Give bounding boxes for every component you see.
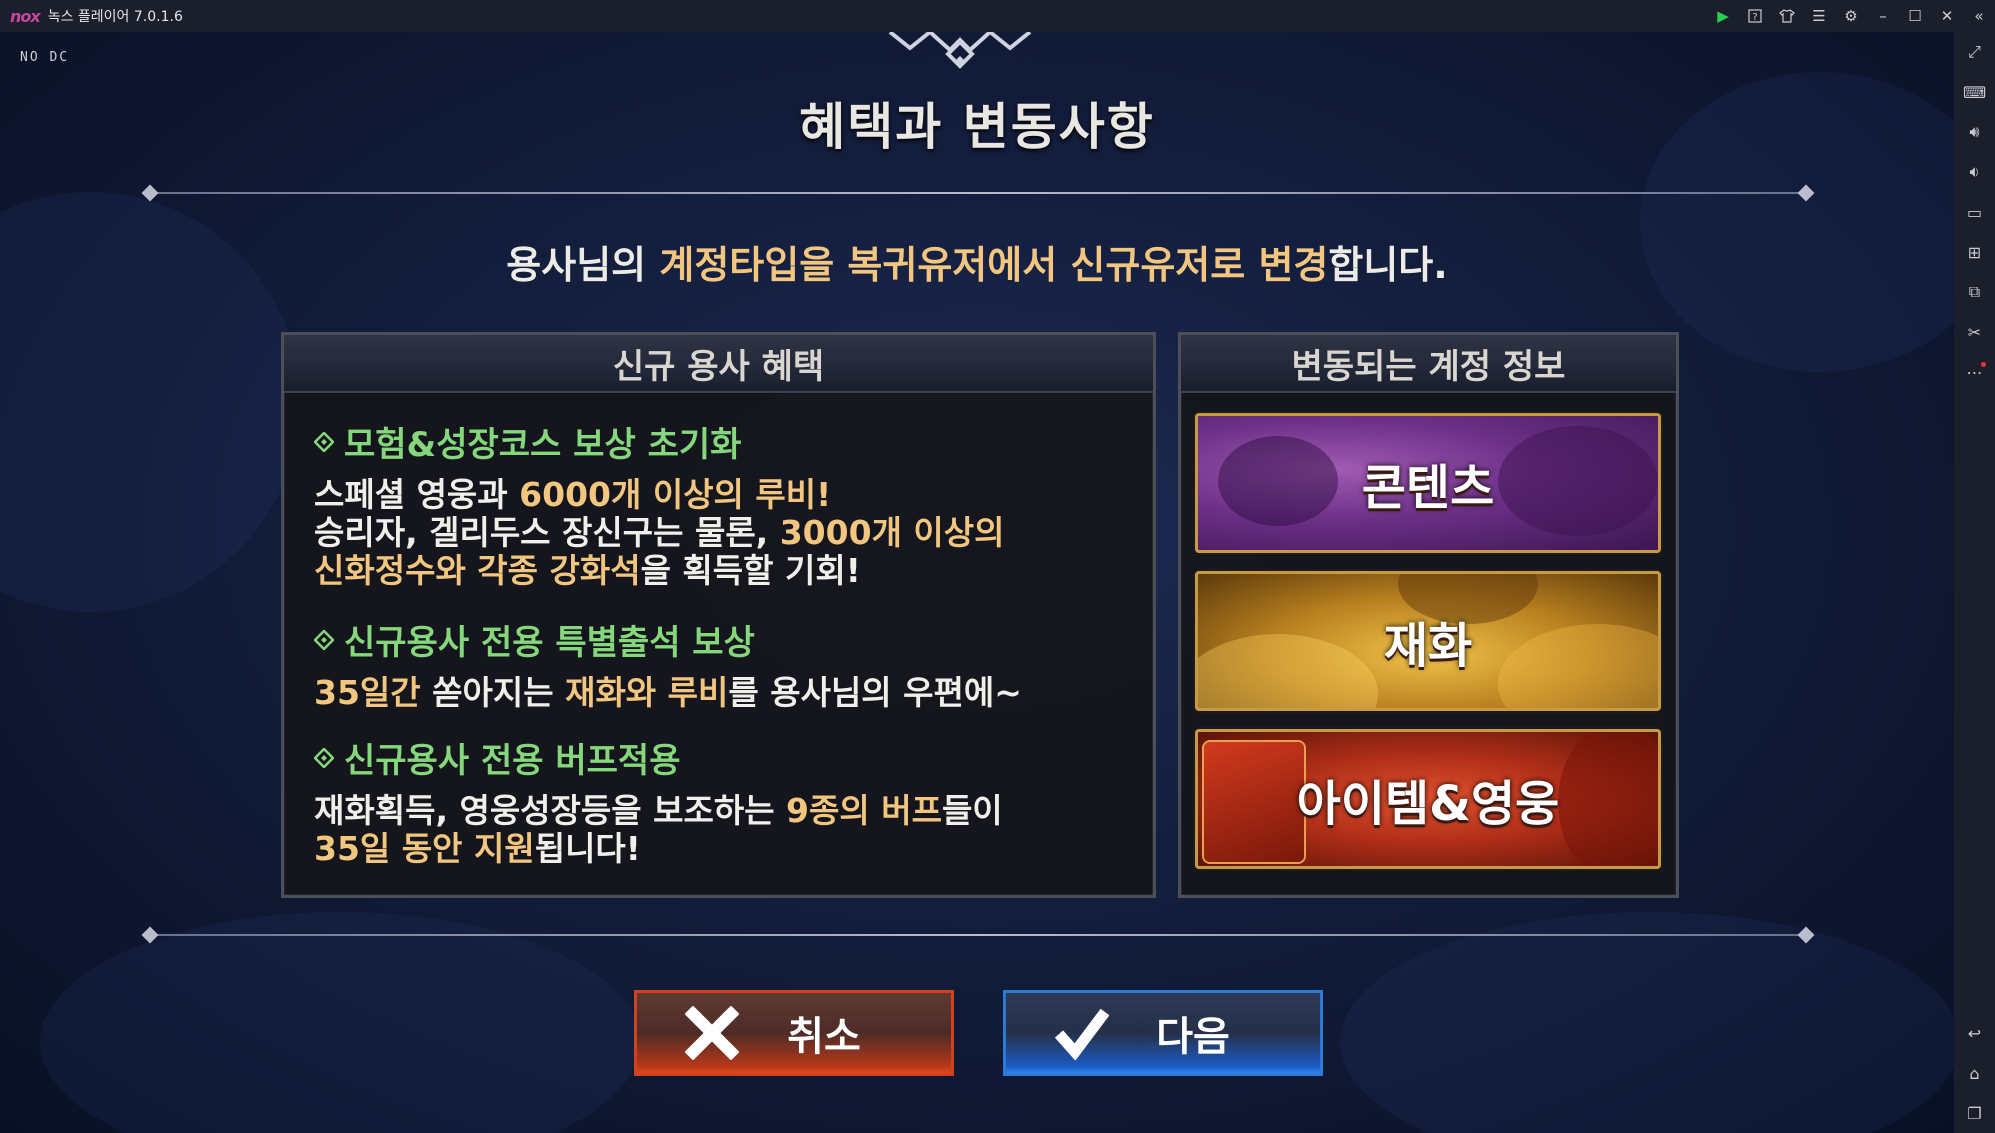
diamond-bullet-icon (314, 431, 334, 452)
skin-icon[interactable] (1771, 0, 1803, 32)
next-button-label: 다음 (1156, 1014, 1230, 1060)
contents-card[interactable]: 콘텐츠 (1195, 413, 1661, 553)
top-divider (141, 184, 1815, 202)
benefit-text: 스페셜 영웅과 6000개 이상의 루비! 승리자, 겔리두스 장신구는 물론,… (314, 475, 1005, 590)
diamond-bullet-icon (314, 747, 334, 768)
emulator-sidebar: ⤢ ⌨ 🔊︎ 🔉︎ ▭ ⊞ ⧉ ✂ ⋯ ↩ ⌂ ❐ (1954, 32, 1995, 1133)
window-controls: ▶ ? ☰ ⚙ – ☐ ✕ « (1707, 0, 1995, 32)
more-icon[interactable]: ⋯ (1954, 352, 1995, 392)
x-icon (667, 1006, 757, 1060)
maximize-icon[interactable]: ☐ (1899, 0, 1931, 32)
minimize-icon[interactable]: – (1867, 0, 1899, 32)
help-icon[interactable]: ? (1739, 0, 1771, 32)
benefit-section-1: 모험&성장코스 보상 초기화 스페셜 영웅과 6000개 이상의 루비! 승리자… (314, 417, 1134, 590)
home-icon[interactable]: ⌂ (1954, 1053, 1995, 1093)
benefit-section-2: 신규용사 전용 특별출석 보상 35일간 쏟아지는 재화와 루비를 용사님의 우… (314, 615, 1134, 712)
benefit-heading: 신규용사 전용 버프적용 (344, 741, 681, 781)
recent-apps-icon[interactable]: ❐ (1954, 1093, 1995, 1133)
items-heroes-card[interactable]: 아이템&영웅 (1195, 729, 1661, 869)
volume-up-icon[interactable]: 🔊︎ (1954, 112, 1995, 152)
window-title: 녹스 플레이어 7.0.1.6 (47, 9, 183, 25)
multi-instance-icon[interactable]: ⧉ (1954, 272, 1995, 312)
menu-icon[interactable]: ☰ (1803, 0, 1835, 32)
settings-icon[interactable]: ⚙ (1835, 0, 1867, 32)
account-change-info-panel: 변동되는 계정 정보 콘텐츠 재화 아이템&영웅 (1178, 332, 1679, 898)
items-heroes-card-label: 아이템&영웅 (1296, 776, 1560, 832)
bottom-divider (141, 926, 1815, 944)
screenshot-scissors-icon[interactable]: ✂ (1954, 312, 1995, 352)
collapse-sidebar-icon[interactable]: « (1963, 0, 1995, 32)
back-icon[interactable]: ↩ (1954, 1013, 1995, 1053)
checkmark-icon (1036, 1006, 1126, 1060)
close-icon[interactable]: ✕ (1931, 0, 1963, 32)
info-panel-header: 변동되는 계정 정보 (1181, 335, 1676, 393)
dialog-title: 혜택과 변동사항 (799, 98, 1155, 156)
currency-card-label: 재화 (1383, 618, 1473, 674)
overlay-tag: NO DC (20, 50, 70, 65)
emulator-titlebar: nox 녹스 플레이어 7.0.1.6 ▶ ? ☰ ⚙ – ☐ ✕ « (0, 0, 1995, 32)
apk-install-icon[interactable]: ⊞ (1954, 232, 1995, 272)
android-nav: ↩ ⌂ ❐ (1954, 1013, 1995, 1133)
volume-down-icon[interactable]: 🔉︎ (1954, 152, 1995, 192)
dialog-subtitle: 용사님의 계정타입을 복귀유저에서 신규유저로 변경합니다. (506, 243, 1448, 287)
diamond-bullet-icon (314, 629, 334, 650)
contents-card-label: 콘텐츠 (1361, 460, 1495, 516)
benefit-text: 35일간 쏟아지는 재화와 루비를 용사님의 우편에~ (314, 673, 1022, 712)
fullscreen-icon[interactable]: ⤢ (1954, 32, 1995, 72)
cancel-button-label: 취소 (787, 1014, 861, 1060)
benefit-section-3: 신규용사 전용 버프적용 재화획득, 영웅성장등을 보조하는 9종의 버프들이 … (314, 733, 1134, 868)
keyboard-icon[interactable]: ⌨ (1954, 72, 1995, 112)
benefit-heading: 신규용사 전용 특별출석 보상 (344, 623, 755, 663)
crest-ornament-icon (888, 32, 1032, 69)
nox-logo: nox (10, 6, 41, 26)
new-user-benefits-panel: 신규 용사 혜택 모험&성장코스 보상 초기화 스페셜 영웅과 6000개 이상… (281, 332, 1156, 898)
play-icon[interactable]: ▶ (1707, 0, 1739, 32)
currency-card[interactable]: 재화 (1195, 571, 1661, 711)
screen-icon[interactable]: ▭ (1954, 192, 1995, 232)
next-button[interactable]: 다음 (1003, 990, 1323, 1076)
benefits-panel-header: 신규 용사 혜택 (284, 335, 1153, 393)
benefit-heading: 모험&성장코스 보상 초기화 (344, 425, 742, 465)
background-decoration (40, 912, 640, 1133)
svg-text:?: ? (1752, 12, 1757, 23)
cancel-button[interactable]: 취소 (634, 990, 954, 1076)
background-decoration (1340, 912, 1954, 1133)
benefit-text: 재화획득, 영웅성장등을 보조하는 9종의 버프들이 35일 동안 지원됩니다! (314, 791, 1003, 868)
game-screen: NO DC 혜택과 변동사항 용사님의 계정타입을 복귀유저에서 신규유저로 변… (0, 32, 1954, 1133)
